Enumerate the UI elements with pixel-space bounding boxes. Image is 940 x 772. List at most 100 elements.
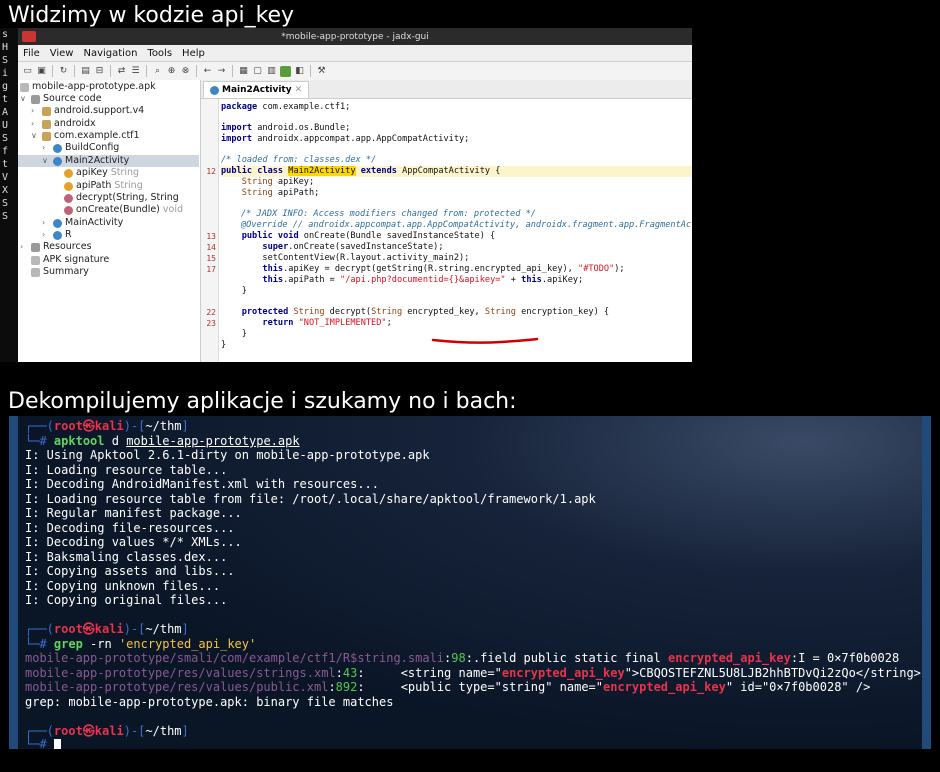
- apk-icon: [20, 82, 29, 92]
- bottom-bar: [0, 749, 940, 772]
- menu-file[interactable]: File: [18, 48, 45, 59]
- deobfuscation-icon[interactable]: ▦: [238, 66, 249, 77]
- reload-icon[interactable]: ↻: [58, 66, 69, 77]
- tree-label: com.example.ctf1: [54, 130, 140, 141]
- output-line: I: Baksmaling classes.dex...: [25, 550, 228, 564]
- grep-text: " id="0×7f0b0028" />: [725, 680, 871, 694]
- command-arg: d: [104, 434, 127, 448]
- menu-navigation[interactable]: Navigation: [78, 48, 142, 59]
- highlighted-class-name[interactable]: Main2Activity: [288, 166, 356, 176]
- add-files-icon[interactable]: ▣: [36, 66, 47, 77]
- line-number: 13: [206, 232, 216, 241]
- prompt-bracket: ┌──(: [25, 622, 54, 636]
- code-text: +: [505, 275, 522, 285]
- prompt-path: ~/thm: [145, 622, 182, 636]
- tree-item-com-example-ctf1[interactable]: ∨ com.example.ctf1: [31, 130, 140, 142]
- find-usage-icon[interactable]: ⊗: [180, 66, 191, 77]
- forward-icon[interactable]: →: [216, 66, 227, 77]
- prompt-path: ~/thm: [145, 419, 182, 433]
- grep-match: encrypted_api_key: [668, 651, 791, 665]
- command-line[interactable]: └─#: [25, 737, 61, 749]
- code-text: apiKey;: [272, 177, 315, 187]
- window-titlebar[interactable]: *mobile-app-prototype - jadx-gui: [18, 28, 692, 45]
- code-line: 14 super.onCreate(savedInstanceState);: [206, 242, 692, 253]
- keyword: this: [262, 264, 284, 274]
- line-number: 17: [206, 265, 216, 274]
- toolbar-separator: [52, 65, 53, 77]
- tab-main2activity[interactable]: Main2Activity ✕: [203, 81, 310, 98]
- tree-item-summary[interactable]: Summary: [31, 266, 89, 278]
- keyword: public class: [221, 166, 289, 176]
- menu-help[interactable]: Help: [177, 48, 210, 59]
- code-area[interactable]: package com.example.ctf1; import android…: [206, 99, 692, 362]
- tree-item-mainactivity[interactable]: › MainActivity: [42, 217, 123, 229]
- open-file-icon[interactable]: ▭: [22, 66, 33, 77]
- flatten-icon[interactable]: ☰: [130, 66, 141, 77]
- log-icon[interactable]: ▥: [266, 66, 277, 77]
- menu-view[interactable]: View: [45, 48, 79, 59]
- save-icon[interactable]: ▤: [80, 66, 91, 77]
- tree-item-method-oncreate[interactable]: onCreate(Bundle) void: [64, 204, 183, 216]
- prompt-user: root㉿kali: [53, 419, 124, 433]
- code-line: 15 setContentView(R.layout.activity_main…: [206, 253, 692, 264]
- tree-item-method-decrypt[interactable]: decrypt(String, String: [64, 192, 179, 204]
- tree-item-r[interactable]: › R: [42, 229, 72, 241]
- menu-bar: File View Navigation Tools Help: [18, 45, 692, 62]
- type-name: String: [293, 307, 325, 317]
- code-text: encryption_key) {: [515, 307, 610, 317]
- export-icon[interactable]: ⊟: [94, 66, 105, 77]
- tree-item-android-support[interactable]: › android.support.v4: [31, 105, 144, 117]
- tree-label: onCreate(Bundle): [76, 204, 160, 215]
- string-literal: "#TODO": [578, 264, 615, 274]
- quark-icon[interactable]: ▢: [252, 66, 263, 77]
- tab-bar: Main2Activity ✕: [201, 80, 692, 99]
- tree-item-main2activity[interactable]: ∨ Main2Activity: [18, 155, 199, 167]
- tree-item-androidx[interactable]: › androidx: [31, 118, 96, 130]
- output-line: I: Regular manifest package...: [25, 506, 242, 520]
- output-line: I: Loading resource table...: [25, 463, 228, 477]
- prompt-bracket: ]: [181, 622, 189, 636]
- kali-terminal[interactable]: ┌──(root㉿kali)-[~/thm] └─# apktool d mob…: [9, 416, 931, 749]
- toolbar-separator: [310, 65, 311, 77]
- project-tree: mobile-app-prototype.apk ∨ Source code › a…: [18, 80, 201, 362]
- tab-label: Main2Activity: [222, 85, 292, 95]
- sync-tree-icon[interactable]: ⇄: [116, 66, 127, 77]
- tree-item-field-apipath[interactable]: apiPath String: [64, 180, 143, 192]
- bg-char: S: [2, 133, 9, 144]
- grep-path: mobile-app-prototype/smali/com/example/c…: [25, 651, 445, 665]
- code-text: AppCompatActivity {: [402, 166, 501, 176]
- find-class-icon[interactable]: ⊕: [166, 66, 177, 77]
- code-text: .apiKey;: [541, 275, 584, 285]
- command-file: mobile-app-prototype.apk: [126, 434, 300, 448]
- tree-item-field-apikey[interactable]: apiKey String: [64, 167, 139, 179]
- tree-item-apk[interactable]: mobile-app-prototype.apk: [20, 81, 156, 93]
- tree-type: void: [162, 204, 183, 215]
- prompt-user: root㉿kali: [53, 724, 124, 738]
- search-icon[interactable]: ⌕: [152, 66, 163, 77]
- back-icon[interactable]: ←: [202, 66, 213, 77]
- tree-item-source-code[interactable]: ∨ Source code: [20, 93, 102, 105]
- red-underline-annotation: [431, 337, 539, 344]
- grep-line-number: 892: [335, 680, 358, 694]
- keyword: super: [262, 242, 289, 252]
- tree-type: String: [110, 167, 140, 178]
- code-text: }: [241, 329, 247, 339]
- prompt-user: root㉿kali: [53, 622, 124, 636]
- preferences-icon[interactable]: ⚒: [316, 66, 327, 77]
- code-line: String apiKey;: [221, 177, 692, 188]
- code-text: decrypt(: [324, 307, 372, 317]
- tree-label: mobile-app-prototype.apk: [32, 81, 156, 92]
- grep-result-line: mobile-app-prototype/res/values/strings.…: [25, 666, 921, 680]
- tree-item-resources[interactable]: › Resources: [20, 241, 92, 253]
- tree-item-apk-signature[interactable]: APK signature: [31, 254, 109, 266]
- chevron-right-icon: ›: [20, 242, 24, 251]
- tree-item-buildconfig[interactable]: › BuildConfig: [42, 142, 119, 154]
- close-icon[interactable]: ✕: [295, 85, 303, 95]
- menu-tools[interactable]: Tools: [142, 48, 177, 59]
- bg-char: S: [2, 211, 9, 222]
- debug-icon[interactable]: [280, 65, 291, 77]
- bg-char: s: [2, 29, 9, 40]
- keyword: return: [262, 318, 299, 328]
- toolbar-separator: [196, 65, 197, 77]
- trace-icon[interactable]: ◧: [294, 66, 305, 77]
